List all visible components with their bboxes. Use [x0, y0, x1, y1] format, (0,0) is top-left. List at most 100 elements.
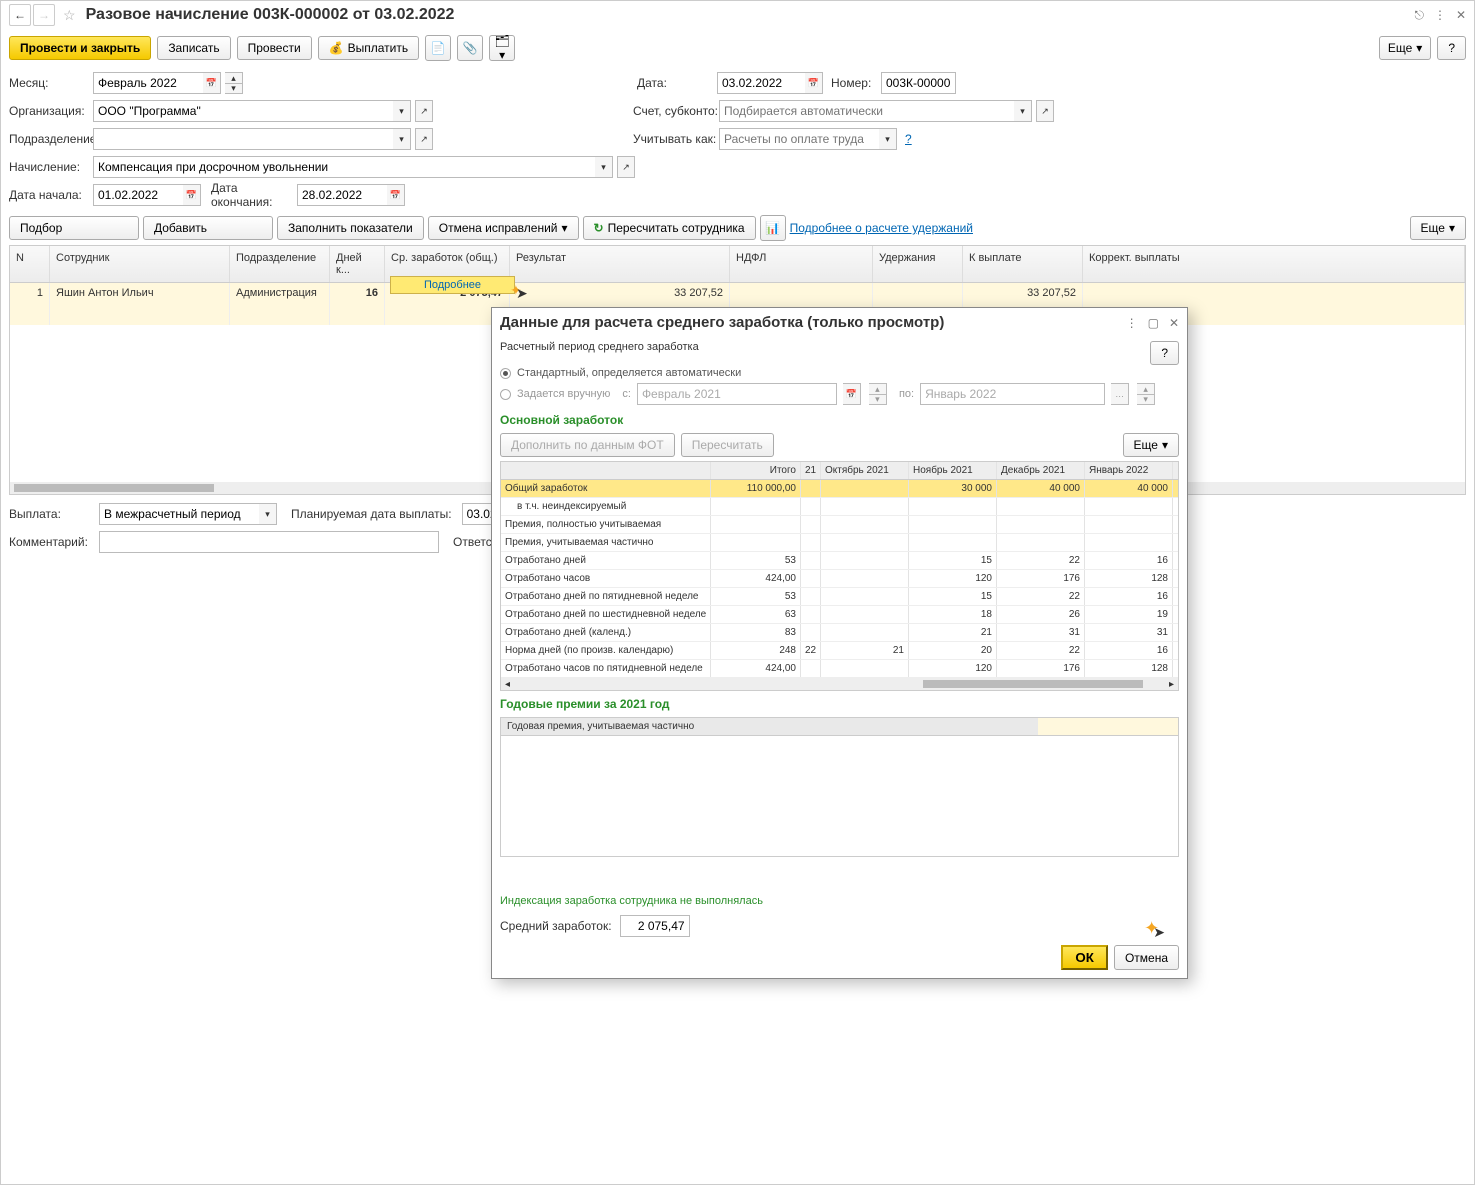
dlg-cell: [821, 606, 909, 623]
chevron-down-icon[interactable]: ▾: [595, 156, 613, 178]
number-label: Номер:: [831, 76, 881, 90]
save-button[interactable]: Записать: [157, 36, 230, 60]
cancel-corrections-button[interactable]: Отмена исправлений ▾: [428, 216, 579, 240]
end-date-input[interactable]: [297, 184, 387, 206]
dept-input[interactable]: [93, 128, 393, 150]
dialog-more-button[interactable]: Еще ▾: [1123, 433, 1179, 457]
dlg-table-row[interactable]: Отработано дней по шестидневной неделе63…: [501, 606, 1178, 624]
dlg-table-row[interactable]: Отработано дней (календ.)83213131: [501, 624, 1178, 642]
maximize-icon[interactable]: ▢: [1148, 316, 1159, 330]
dlg-cell: [821, 570, 909, 587]
dlg-cell-total: 63: [711, 606, 801, 623]
open-ref-icon[interactable]: ↗: [415, 100, 433, 122]
consider-help-icon[interactable]: ?: [905, 132, 912, 146]
dlg-table-row[interactable]: Отработано дней по пятидневной неделе531…: [501, 588, 1178, 606]
pay-button-label: Выплатить: [348, 41, 409, 55]
dialog-help-button[interactable]: ?: [1150, 341, 1179, 365]
open-ref-icon[interactable]: ↗: [1036, 100, 1054, 122]
avg-details-link[interactable]: Подробнее: [390, 276, 515, 294]
dlg-table-row[interactable]: Отработано часов по пятидневной неделе42…: [501, 660, 1178, 678]
fill-indicators-button[interactable]: Заполнить показатели: [277, 216, 424, 240]
dlg-cell-name: Норма дней (по произв. календарю): [501, 642, 711, 659]
month-input[interactable]: [93, 72, 203, 94]
structure-icon-button[interactable]: 🗂▾: [489, 35, 515, 61]
more-button[interactable]: Еще ▾: [1379, 36, 1431, 60]
account-input[interactable]: [719, 100, 1014, 122]
calendar-icon[interactable]: 📅: [183, 184, 201, 206]
attach-icon-button[interactable]: 📎: [457, 35, 483, 61]
chevron-down-icon[interactable]: ▾: [879, 128, 897, 150]
ok-button[interactable]: ОК: [1061, 945, 1108, 970]
dlg-cell-total: 248: [711, 642, 801, 659]
calendar-icon[interactable]: 📅: [805, 72, 823, 94]
comment-input[interactable]: [99, 531, 439, 553]
dlg-table-row[interactable]: Отработано часов424,00120176128: [501, 570, 1178, 588]
chevron-down-icon[interactable]: ▾: [393, 100, 411, 122]
select-button[interactable]: Подбор: [9, 216, 139, 240]
dlg-cell: 22: [997, 588, 1085, 605]
dlg-col-name: [501, 462, 711, 479]
dlg-cell: 16: [1085, 642, 1173, 659]
open-ref-icon[interactable]: ↗: [415, 128, 433, 150]
dlg-table-row[interactable]: Премия, полностью учитываемая: [501, 516, 1178, 534]
help-button[interactable]: ?: [1437, 36, 1466, 60]
cancel-button[interactable]: Отмена: [1114, 945, 1179, 970]
calendar-icon: 📅: [843, 383, 861, 405]
open-ref-icon[interactable]: ↗: [617, 156, 635, 178]
cancel-corr-label: Отмена исправлений: [439, 221, 558, 235]
start-date-input[interactable]: [93, 184, 183, 206]
month-down-icon[interactable]: ▾: [225, 83, 243, 94]
post-and-close-button[interactable]: Провести и закрыть: [9, 36, 151, 60]
chevron-down-icon[interactable]: ▾: [1014, 100, 1032, 122]
pay-button[interactable]: 💰 Выплатить: [318, 36, 419, 60]
chevron-down-icon[interactable]: ▾: [259, 503, 277, 525]
pay-period-input[interactable]: [99, 503, 259, 525]
post-button[interactable]: Провести: [237, 36, 312, 60]
dlg-cell: [997, 534, 1085, 551]
scroll-right-icon[interactable]: ▸: [1169, 679, 1174, 690]
forward-button[interactable]: →: [33, 4, 55, 26]
cell-emp: Яшин Антон Ильич: [50, 283, 230, 325]
link-icon[interactable]: ⎋: [1414, 8, 1424, 23]
add-button[interactable]: Добавить: [143, 216, 273, 240]
back-button[interactable]: ←: [9, 4, 31, 26]
favorite-icon[interactable]: ☆: [63, 7, 76, 24]
dlg-hscroll[interactable]: ◂ ▸: [501, 678, 1178, 690]
table-more-button[interactable]: Еще ▾: [1410, 216, 1466, 240]
radio-auto[interactable]: [500, 368, 511, 379]
accrual-input[interactable]: [93, 156, 595, 178]
calendar-icon[interactable]: 📅: [203, 72, 221, 94]
kebab-icon[interactable]: ⋮: [1434, 8, 1446, 22]
dlg-cell: 40 000: [1085, 480, 1173, 497]
consider-label: Учитывать как:: [633, 132, 719, 146]
deductions-details-link[interactable]: Подробнее о расчете удержаний: [790, 221, 973, 235]
close-icon[interactable]: ✕: [1169, 316, 1179, 330]
dlg-table-row[interactable]: Норма дней (по произв. календарю)2482221…: [501, 642, 1178, 660]
dlg-cell: 15: [909, 588, 997, 605]
dlg-cell-name: Отработано дней (календ.): [501, 624, 711, 641]
close-icon[interactable]: ✕: [1456, 8, 1466, 22]
report-icon-button[interactable]: 📄: [425, 35, 451, 61]
date-input[interactable]: [717, 72, 805, 94]
dlg-cell-total: [711, 534, 801, 551]
kebab-icon[interactable]: ⋮: [1126, 316, 1138, 330]
consider-input[interactable]: [719, 128, 879, 150]
recalc-employee-button[interactable]: ↻ Пересчитать сотрудника: [583, 216, 756, 240]
dlg-table-row[interactable]: в т.ч. неиндексируемый: [501, 498, 1178, 516]
number-input[interactable]: [881, 72, 956, 94]
dlg-cell: 21: [821, 642, 909, 659]
chevron-down-icon[interactable]: ▾: [393, 128, 411, 150]
grid-icon-button[interactable]: 📊: [760, 215, 786, 241]
org-input[interactable]: [93, 100, 393, 122]
dlg-table-row[interactable]: Общий заработок110 000,0030 00040 00040 …: [501, 480, 1178, 498]
end-date-label: Дата окончания:: [211, 181, 297, 209]
month-up-icon[interactable]: ▴: [225, 72, 243, 83]
scroll-left-icon[interactable]: ◂: [505, 679, 510, 690]
dlg-table-row[interactable]: Премия, учитываемая частично: [501, 534, 1178, 552]
dlg-table-row[interactable]: Отработано дней53152216: [501, 552, 1178, 570]
radio-manual[interactable]: [500, 389, 511, 400]
dlg-cell-name: Отработано дней: [501, 552, 711, 569]
avg-earn-label: Средний заработок:: [500, 919, 612, 933]
dlg-cell: [821, 588, 909, 605]
calendar-icon[interactable]: 📅: [387, 184, 405, 206]
